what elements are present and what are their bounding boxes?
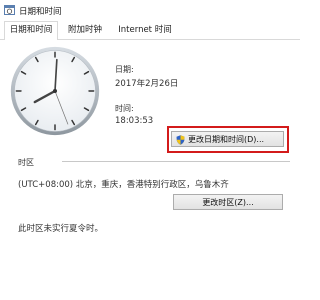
date-label: 日期:	[115, 65, 134, 74]
change-timezone-button[interactable]: 更改时区(Z)...	[173, 194, 283, 210]
timezone-section-label: 时区	[18, 158, 34, 167]
window-title: 日期和时间	[19, 7, 62, 17]
timezone-value: (UTC+08:00) 北京，重庆，香港特别行政区，乌鲁木齐	[18, 180, 229, 190]
uac-shield-icon	[176, 135, 185, 145]
tab-bar: 日期和时间 附加时钟 Internet 时间	[0, 20, 300, 41]
time-label: 时间:	[115, 104, 134, 113]
title-bar: 日期和时间	[0, 0, 300, 20]
analog-clock	[10, 46, 100, 136]
section-divider	[62, 161, 290, 162]
date-value: 2017年2月26日	[115, 79, 179, 89]
tab-additional-clocks[interactable]: 附加时钟	[60, 23, 110, 38]
tab-date-time[interactable]: 日期和时间	[4, 21, 58, 41]
change-date-time-button[interactable]: 更改日期和时间(D)...	[171, 131, 284, 147]
calendar-clock-icon	[4, 5, 15, 15]
time-value: 18:03:53	[115, 116, 154, 126]
tab-internet-time[interactable]: Internet 时间	[112, 23, 178, 38]
change-date-time-label: 更改日期和时间(D)...	[188, 135, 265, 144]
dst-note: 此时区未实行夏令时。	[18, 224, 104, 234]
